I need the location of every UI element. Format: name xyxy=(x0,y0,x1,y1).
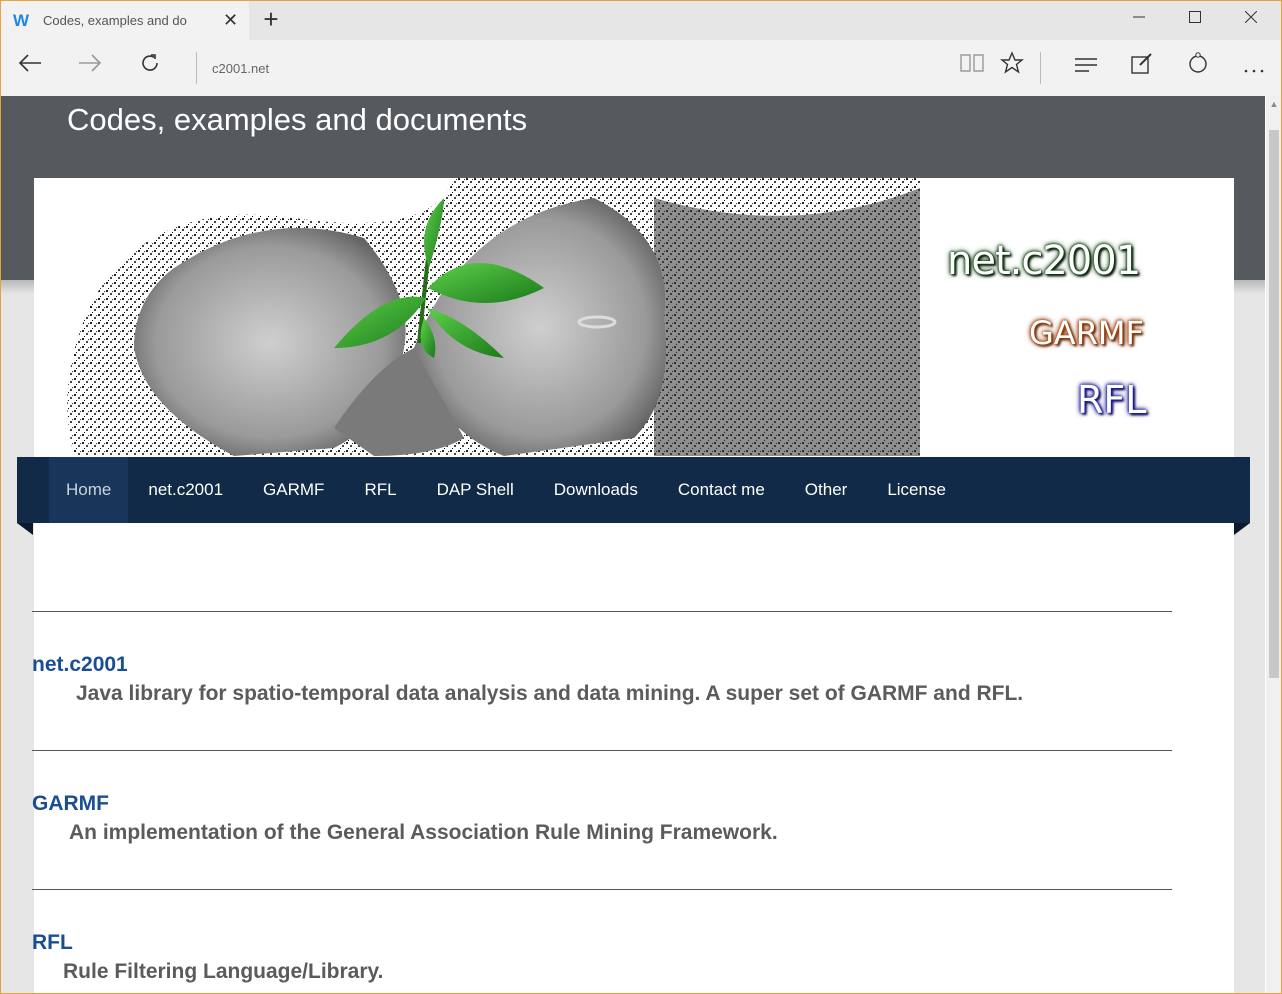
hands-with-seedling-image xyxy=(34,178,920,456)
logo-garmf: GARMF xyxy=(1029,314,1144,352)
list-item: GARMF An implementation of the General As… xyxy=(32,750,1172,889)
share-button[interactable] xyxy=(1180,50,1216,86)
maximize-icon xyxy=(1189,11,1201,23)
browser-toolbar xyxy=(0,40,1282,96)
logo-rfl: RFL xyxy=(1077,378,1147,422)
project-description: Java library for spatio-temporal data an… xyxy=(76,682,1024,705)
divider xyxy=(32,889,1172,890)
close-icon xyxy=(1244,10,1258,24)
book-icon xyxy=(960,54,984,72)
site-navigation: Home net.c2001 GARMF RFL DAP Shell Downloads C… xyxy=(17,457,1250,535)
address-bar[interactable] xyxy=(204,50,960,86)
new-tab-button[interactable]: + xyxy=(258,4,284,34)
minimize-icon xyxy=(1133,16,1145,18)
banner: net.c2001 GARMF RFL xyxy=(34,178,1234,456)
maximize-button[interactable] xyxy=(1166,0,1224,38)
divider xyxy=(32,611,1172,612)
nav-item-home[interactable]: Home xyxy=(49,457,129,523)
back-arrow-icon xyxy=(18,54,41,72)
tab-title: Codes, examples and do xyxy=(43,13,187,28)
vertical-scrollbar[interactable]: ▲ xyxy=(1266,96,1282,994)
share-icon xyxy=(1189,52,1207,73)
scroll-up-icon[interactable]: ▲ xyxy=(1266,96,1282,112)
nav-item-rfl[interactable]: RFL xyxy=(344,457,416,523)
tab-bar: W Codes, examples and do ✕ + xyxy=(0,0,1282,40)
hub-button[interactable] xyxy=(1068,50,1104,86)
nav-item-net-c2001[interactable]: net.c2001 xyxy=(128,457,243,523)
refresh-icon xyxy=(142,54,158,71)
nav-item-contact-me[interactable]: Contact me xyxy=(658,457,785,523)
more-button[interactable] xyxy=(1236,50,1272,86)
project-description: Rule Filtering Language/Library. xyxy=(63,960,384,983)
nav-item-other[interactable]: Other xyxy=(785,457,868,523)
web-note-button[interactable] xyxy=(1124,50,1160,86)
site-favicon-icon: W xyxy=(12,11,30,30)
project-list: net.c2001 Java library for spatio-tempora… xyxy=(32,611,1172,994)
nav-item-downloads[interactable]: Downloads xyxy=(534,457,658,523)
star-icon xyxy=(1000,51,1024,74)
logo-net-c2001: net.c2001 xyxy=(947,238,1141,284)
divider xyxy=(32,750,1172,751)
hub-lines-icon xyxy=(1075,58,1097,72)
list-item: net.c2001 Java library for spatio-tempora… xyxy=(32,611,1172,750)
forward-button[interactable] xyxy=(72,50,108,86)
project-link[interactable]: net.c2001 xyxy=(32,653,128,677)
reading-view-button[interactable] xyxy=(954,50,990,86)
back-button[interactable] xyxy=(12,50,48,86)
nav-fold-left xyxy=(17,523,33,535)
pen-note-icon xyxy=(1131,53,1152,74)
browser-tab[interactable]: W Codes, examples and do ✕ xyxy=(1,1,249,40)
forward-arrow-icon xyxy=(79,54,102,72)
list-item: RFL Rule Filtering Language/Library. xyxy=(32,889,1172,994)
project-link[interactable]: GARMF xyxy=(32,792,109,816)
scroll-thumb[interactable] xyxy=(1269,130,1279,678)
refresh-button[interactable] xyxy=(132,50,168,86)
nav-item-license[interactable]: License xyxy=(867,457,966,523)
page-viewport: Codes, examples and documents net.c2001 … xyxy=(1,96,1265,994)
tab-close-icon[interactable]: ✕ xyxy=(223,10,238,31)
project-link[interactable]: RFL xyxy=(32,931,73,955)
close-window-button[interactable] xyxy=(1222,0,1280,38)
project-description: An implementation of the General Associa… xyxy=(69,821,778,844)
minimize-button[interactable] xyxy=(1110,0,1168,38)
more-dots-icon xyxy=(1244,69,1264,73)
nav-item-dap-shell[interactable]: DAP Shell xyxy=(417,457,534,523)
toolbar-divider xyxy=(196,52,197,84)
page-title: Codes, examples and documents xyxy=(67,102,528,137)
nav-item-garmf[interactable]: GARMF xyxy=(243,457,344,523)
toolbar-divider xyxy=(1040,52,1041,84)
favorite-button[interactable] xyxy=(994,50,1030,86)
nav-fold-right xyxy=(1234,523,1250,535)
